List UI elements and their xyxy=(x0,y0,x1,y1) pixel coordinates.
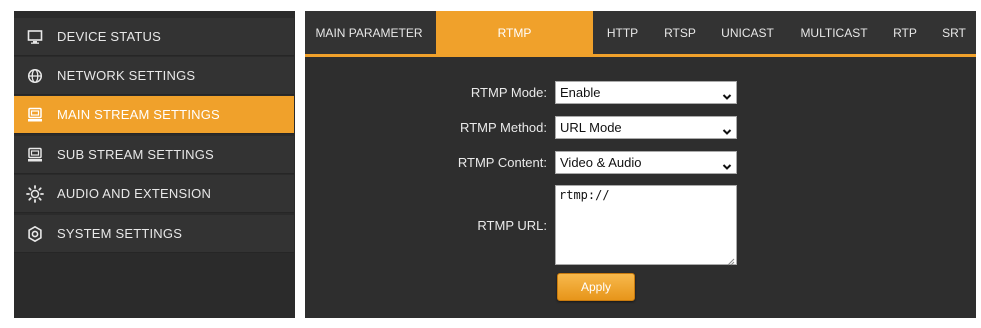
sidebar-item-label: SYSTEM SETTINGS xyxy=(57,226,183,241)
sidebar-item-system-settings[interactable]: SYSTEM SETTINGS xyxy=(14,215,294,253)
sidebar-item-device-status[interactable]: DEVICE STATUS xyxy=(14,18,294,56)
chevron-down-icon xyxy=(722,122,732,135)
rtmp-mode-label: RTMP Mode: xyxy=(470,85,547,100)
apply-button[interactable]: Apply xyxy=(557,273,635,301)
rtmp-method-label: RTMP Method: xyxy=(460,120,547,135)
main-panel: MAIN PARAMETER RTMP HTTP RTSP UNICAST MU… xyxy=(305,11,976,318)
rtmp-content-label: RTMP Content: xyxy=(457,155,547,170)
tab-bar: MAIN PARAMETER RTMP HTTP RTSP UNICAST MU… xyxy=(305,11,976,55)
rtmp-method-value: URL Mode xyxy=(560,120,622,135)
stream-icon xyxy=(26,106,44,124)
chevron-down-icon xyxy=(722,87,732,100)
chevron-down-icon xyxy=(722,157,732,170)
rtmp-mode-select[interactable]: Enable xyxy=(555,81,737,104)
sidebar-item-label: NETWORK SETTINGS xyxy=(57,68,196,83)
monitor-icon xyxy=(26,28,44,46)
sidebar-item-label: AUDIO AND EXTENSION xyxy=(57,186,212,201)
sidebar-item-sub-stream-settings[interactable]: SUB STREAM SETTINGS xyxy=(14,136,294,174)
sidebar-item-label: DEVICE STATUS xyxy=(57,29,161,44)
tab-rtp[interactable]: RTP xyxy=(885,11,925,55)
rtmp-method-select[interactable]: URL Mode xyxy=(555,116,737,139)
stream-icon xyxy=(26,146,44,164)
rtmp-content-select[interactable]: Video & Audio xyxy=(555,151,737,174)
sidebar-item-label: MAIN STREAM SETTINGS xyxy=(57,107,220,122)
rtmp-url-value: rtmp:// xyxy=(559,188,610,202)
rtmp-url-label: RTMP URL: xyxy=(477,218,547,233)
rtmp-mode-value: Enable xyxy=(560,85,601,100)
sidebar: DEVICE STATUS NETWORK SETTINGS MAIN STRE… xyxy=(14,11,295,318)
tab-unicast[interactable]: UNICAST xyxy=(715,11,780,55)
tab-rtmp[interactable]: RTMP xyxy=(436,11,593,55)
globe-icon xyxy=(26,67,44,85)
tab-http[interactable]: HTTP xyxy=(600,11,645,55)
tab-underline xyxy=(305,54,976,57)
rtmp-content-value: Video & Audio xyxy=(560,155,642,170)
sidebar-item-network-settings[interactable]: NETWORK SETTINGS xyxy=(14,57,294,95)
sidebar-item-main-stream-settings[interactable]: MAIN STREAM SETTINGS xyxy=(14,96,294,134)
gear-icon xyxy=(26,225,44,243)
tab-srt[interactable]: SRT xyxy=(935,11,973,55)
sidebar-item-label: SUB STREAM SETTINGS xyxy=(57,147,214,162)
audio-extension-icon xyxy=(26,184,44,203)
tab-multicast[interactable]: MULTICAST xyxy=(794,11,874,55)
resize-grip-icon[interactable] xyxy=(727,255,735,266)
rtmp-url-textarea[interactable]: rtmp:// xyxy=(555,185,737,266)
tab-main-parameter[interactable]: MAIN PARAMETER xyxy=(305,11,433,55)
tab-rtsp[interactable]: RTSP xyxy=(655,11,705,55)
sidebar-item-audio-and-extension[interactable]: AUDIO AND EXTENSION xyxy=(14,175,294,213)
